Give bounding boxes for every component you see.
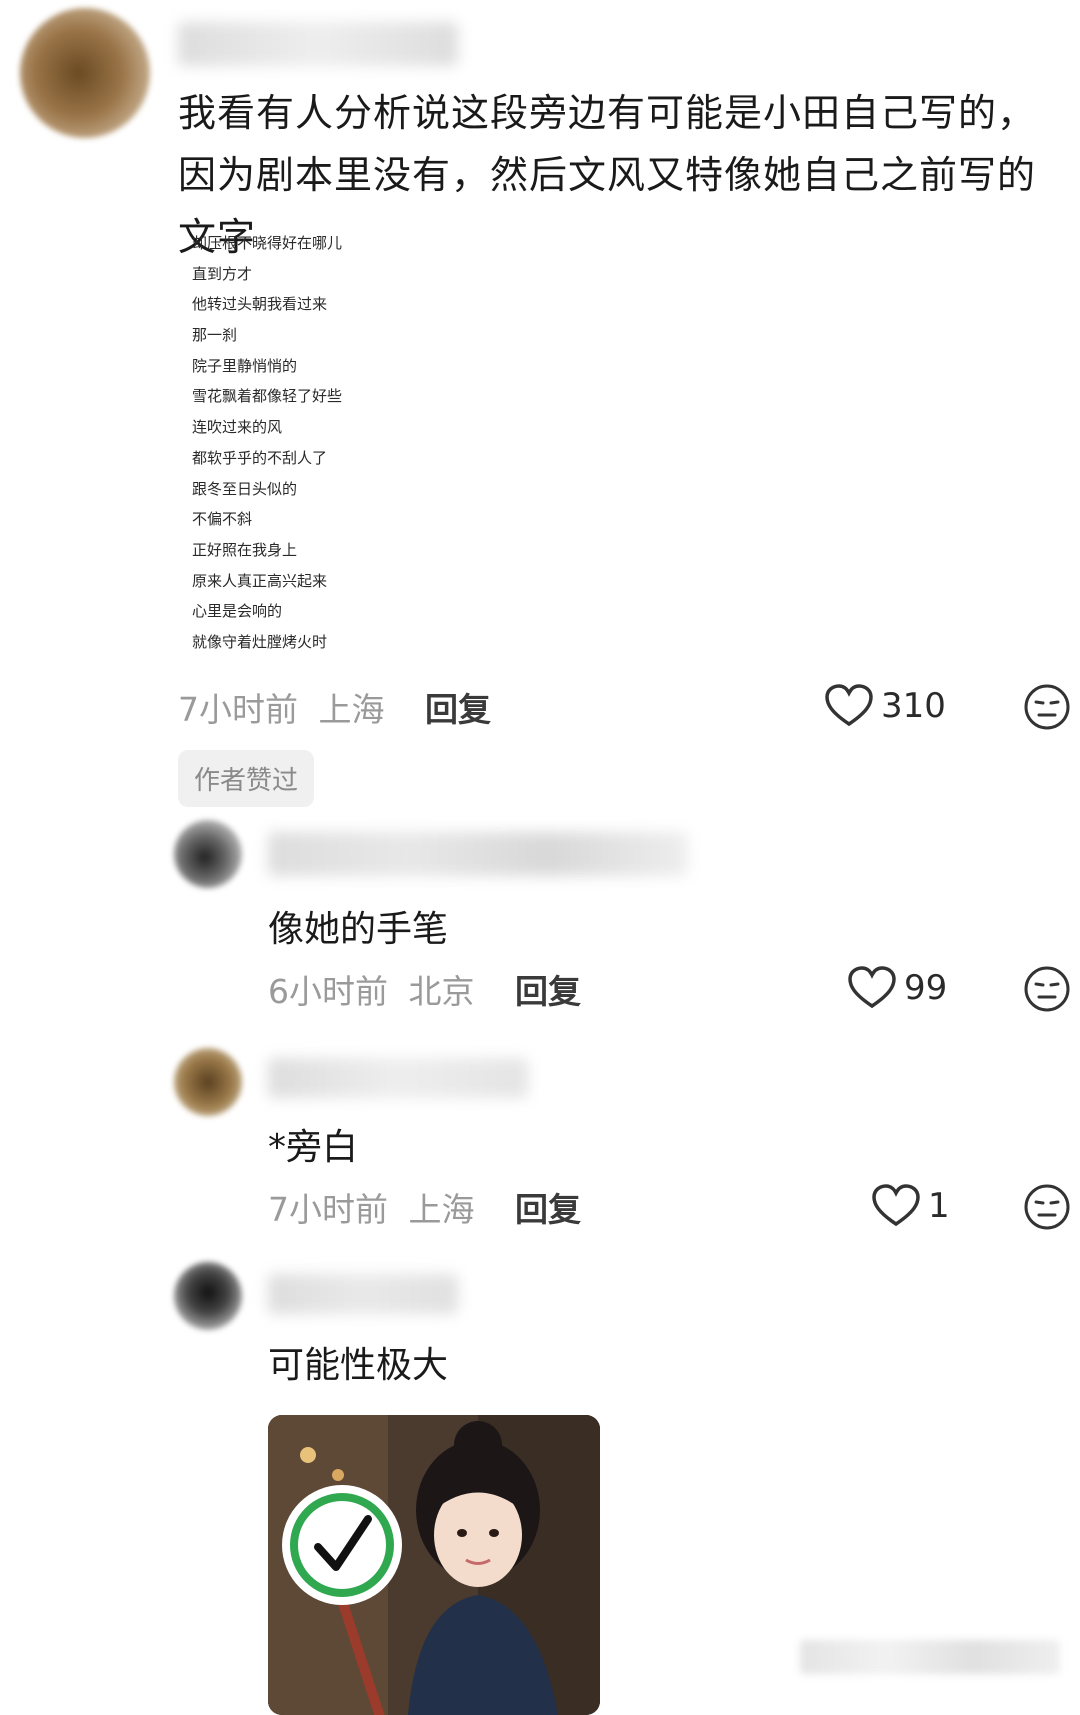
avatar[interactable] xyxy=(174,820,242,888)
dislike-emoji-icon[interactable] xyxy=(1023,1183,1071,1231)
like-button[interactable]: 310 xyxy=(825,684,946,728)
poem-image-text: 却压根不晓得好在哪儿 直到方才 他转过头朝我看过来 那一刹 院子里静悄悄的 雪花… xyxy=(192,228,342,658)
poem-line: 都软乎乎的不刮人了 xyxy=(192,448,328,467)
like-button[interactable]: 1 xyxy=(872,1184,950,1228)
watermark-blurred xyxy=(800,1640,1060,1674)
reply-button[interactable]: 回复 xyxy=(515,1190,581,1229)
username-blurred[interactable] xyxy=(178,22,458,66)
poem-line: 心里是会响的 xyxy=(192,602,283,621)
avatar[interactable] xyxy=(174,1262,242,1330)
reply-button[interactable]: 回复 xyxy=(425,690,491,729)
reply-text: 可能性极大 xyxy=(268,1345,449,1386)
heart-icon xyxy=(872,1184,920,1227)
comment-time: 7小时前 xyxy=(268,1190,388,1229)
heart-icon xyxy=(825,684,873,727)
comment-time: 6小时前 xyxy=(268,972,388,1011)
comment-meta: 6小时前 北京 回复 xyxy=(268,965,581,1013)
avatar[interactable] xyxy=(174,1048,242,1116)
username-blurred[interactable] xyxy=(268,1274,458,1314)
comment-time: 7小时前 xyxy=(178,690,298,729)
poem-line: 正好照在我身上 xyxy=(192,540,298,559)
poem-line: 却压根不晓得好在哪儿 xyxy=(192,234,343,252)
heart-icon xyxy=(848,966,896,1009)
poem-line: 跟冬至日头似的 xyxy=(192,479,298,498)
photo-illustration xyxy=(268,1415,600,1715)
poem-line: 原来人真正高兴起来 xyxy=(192,571,328,590)
attached-photo[interactable] xyxy=(268,1415,600,1715)
reply-button[interactable]: 回复 xyxy=(515,972,581,1011)
like-count: 1 xyxy=(928,1186,950,1226)
poem-line: 雪花飘着都像轻了好些 xyxy=(192,387,343,406)
comment-location: 上海 xyxy=(408,1190,475,1229)
comment-meta: 7小时前 上海 回复 xyxy=(268,1183,581,1231)
like-button[interactable]: 99 xyxy=(848,966,947,1010)
poem-line: 院子里静悄悄的 xyxy=(192,356,298,375)
poem-line: 直到方才 xyxy=(192,264,253,283)
username-blurred[interactable] xyxy=(268,1058,528,1098)
author-liked-badge: 作者赞过 xyxy=(178,750,315,807)
reply-text: 像她的手笔 xyxy=(268,909,449,950)
comment-meta: 7小时前 上海 回复 xyxy=(178,683,491,731)
like-count: 310 xyxy=(881,686,946,726)
avatar[interactable] xyxy=(20,8,150,138)
like-count: 99 xyxy=(904,968,948,1008)
poem-line: 那一刹 xyxy=(192,326,238,345)
poem-line: 他转过头朝我看过来 xyxy=(192,295,328,314)
dislike-emoji-icon[interactable] xyxy=(1023,965,1071,1013)
comment-location: 北京 xyxy=(408,972,475,1011)
poem-line: 就像守着灶膛烤火时 xyxy=(192,632,328,651)
dislike-emoji-icon[interactable] xyxy=(1023,683,1071,731)
poem-line: 连吹过来的风 xyxy=(192,418,283,437)
poem-line: 不偏不斜 xyxy=(192,510,253,529)
reply-text: *旁白 xyxy=(268,1127,359,1168)
username-blurred[interactable] xyxy=(268,832,688,876)
comment-location: 上海 xyxy=(318,690,385,729)
